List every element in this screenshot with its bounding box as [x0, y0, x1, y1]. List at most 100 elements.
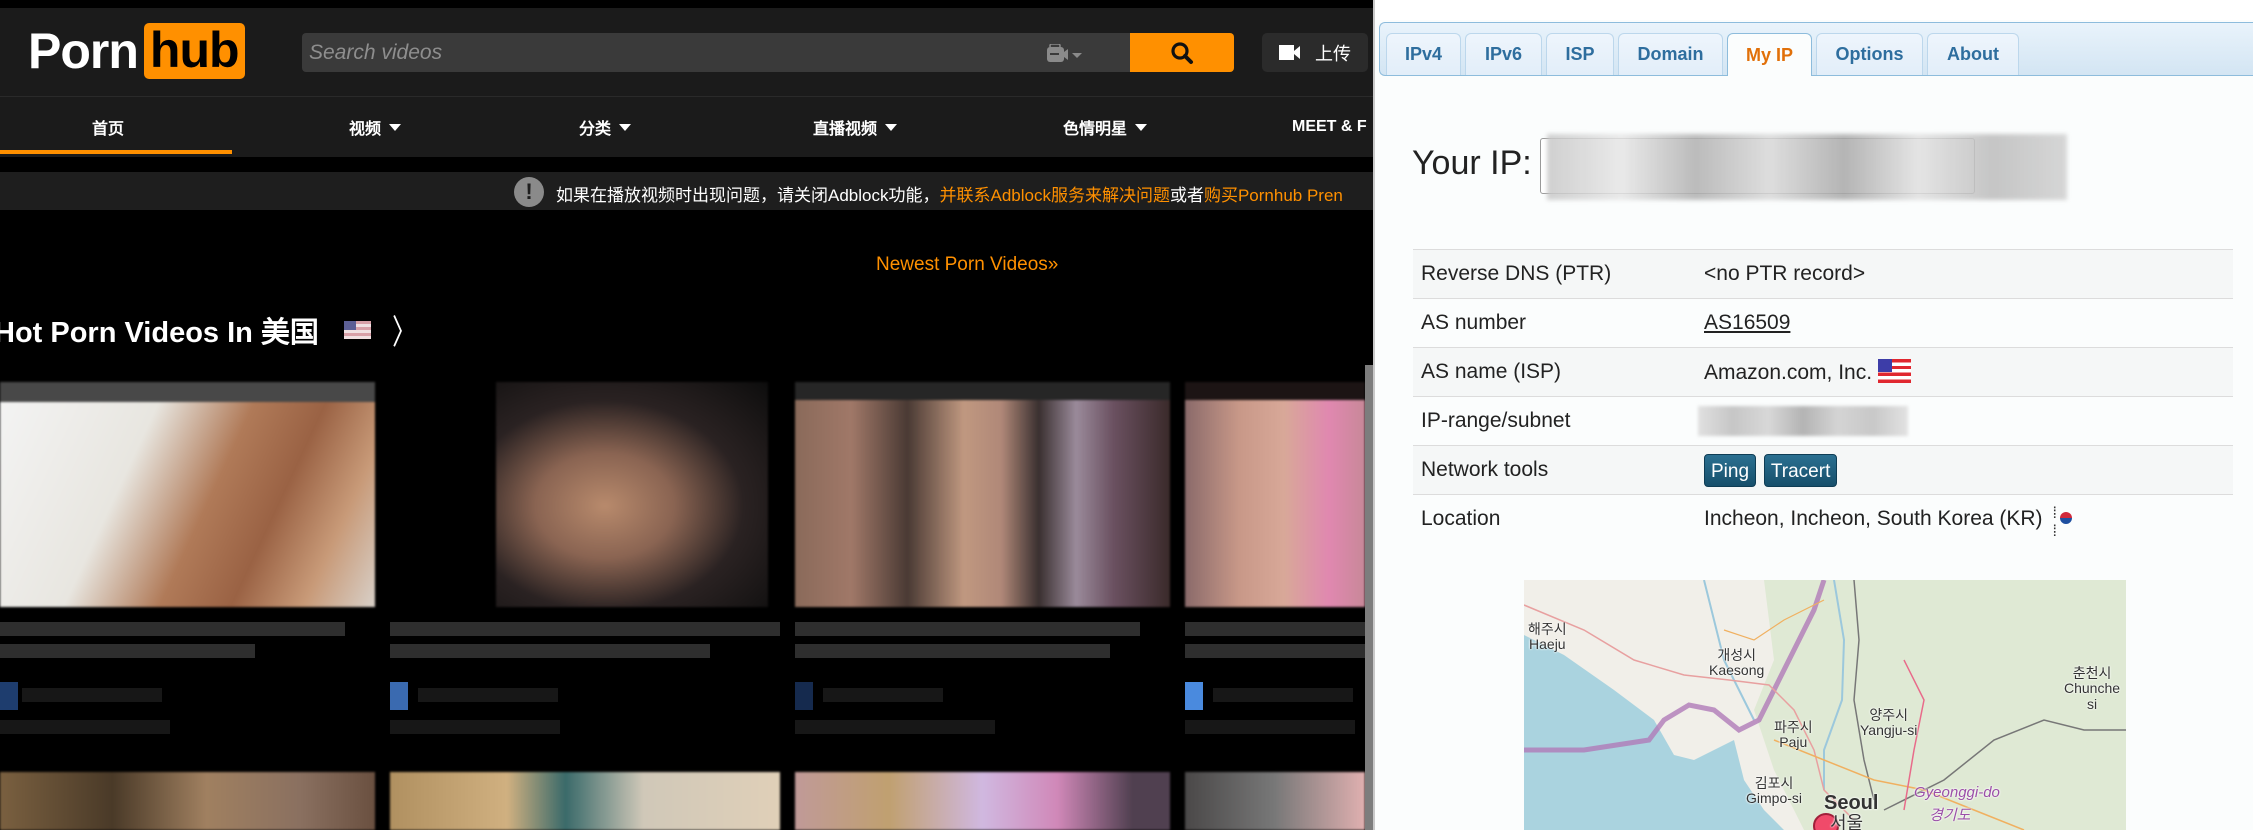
uploader-obscured	[418, 688, 558, 702]
tab-ipv4[interactable]: IPv4	[1386, 33, 1461, 75]
chevron-right-icon[interactable]: 〉	[392, 305, 416, 354]
tab-domain[interactable]: Domain	[1618, 33, 1723, 75]
tab-my-ip[interactable]: My IP	[1727, 33, 1812, 76]
table-row: AS name (ISP) Amazon.com, Inc.	[1413, 347, 2233, 397]
tab-about[interactable]: About	[1927, 33, 2019, 75]
map-label-yangju: 양주시 Yangju-si	[1860, 707, 1918, 739]
ip-range-obscured	[1698, 406, 1908, 436]
nav-item-meet[interactable]: MEET & F	[1292, 97, 1373, 157]
video-title-obscured	[795, 622, 1140, 636]
map-label-paju: 파주시 Paju	[1774, 719, 1813, 751]
map-label-text: 춘천시 Chunche si	[2064, 665, 2121, 712]
video-thumbnail[interactable]	[0, 382, 375, 607]
tab-isp[interactable]: ISP	[1546, 33, 1614, 75]
video-meta-obscured	[0, 720, 170, 734]
newest-videos-link[interactable]: Newest Porn Videos»	[876, 254, 1058, 276]
map-label-text: 서울	[1830, 813, 1864, 830]
nav-label: 分类	[578, 121, 611, 138]
nav-item-home[interactable]: 首页	[0, 97, 216, 157]
tab-label: Domain	[1637, 44, 1704, 64]
main-nav: 首页 视频 分类 直播视频 色情明星 MEET & F	[0, 97, 1373, 157]
tab-ipv6[interactable]: IPv6	[1465, 33, 1542, 75]
map-label-seoul-ko: 서울	[1830, 813, 1864, 830]
video-thumbnail[interactable]	[390, 772, 780, 830]
location-value: Incheon, Incheon, South Korea (KR)	[1704, 507, 2043, 531]
section-title: Hot Porn Videos In 美国 〉	[0, 305, 421, 354]
uploader-obscured	[22, 688, 162, 702]
ip-top-strip	[1375, 0, 2253, 20]
video-thumbnail[interactable]	[0, 772, 375, 830]
verified-badge-icon	[795, 682, 813, 710]
video-thumbnail[interactable]	[1185, 772, 1365, 830]
map-label-gyeonggi: Gyeonggi-do	[1914, 784, 2000, 802]
logo-word: Porn	[28, 23, 139, 79]
uploader-obscured	[1213, 688, 1353, 702]
video-title-obscured	[1185, 622, 1365, 636]
nav-item-live[interactable]: 直播视频	[760, 97, 950, 157]
tab-label: ISP	[1565, 44, 1595, 64]
ip-lookup-window: IPv4 IPv6 ISP Domain My IP Options About…	[1373, 0, 2253, 830]
upload-button[interactable]: 上传	[1262, 33, 1368, 72]
ip-info-table: Reverse DNS (PTR) <no PTR record> AS num…	[1413, 249, 2233, 544]
as-number-link[interactable]: AS16509	[1704, 311, 1790, 334]
your-ip-label: Your IP:	[1412, 144, 1532, 182]
video-site-window: Porn hub 上传	[0, 0, 1373, 830]
map-label-text: 양주시 Yangju-si	[1860, 707, 1918, 739]
video-thumbnail[interactable]	[496, 382, 768, 607]
row-label: AS name (ISP)	[1413, 347, 1696, 397]
map-label-text: 파주시 Paju	[1774, 719, 1813, 751]
video-title-obscured	[795, 644, 1110, 658]
nav-item-categories[interactable]: 分类	[530, 97, 680, 157]
tab-bar: IPv4 IPv6 ISP Domain My IP Options About	[1379, 22, 2253, 76]
video-thumbnail[interactable]	[795, 382, 1170, 607]
tab-options[interactable]: Options	[1816, 33, 1923, 75]
premium-link[interactable]: 购买Pornhub Pren	[1204, 186, 1343, 205]
video-search-icon[interactable]	[1047, 44, 1083, 62]
scrollbar[interactable]	[1365, 365, 1373, 830]
tracert-button[interactable]: Tracert	[1763, 453, 1838, 487]
nav-item-videos[interactable]: 视频	[300, 97, 450, 157]
video-thumbnail[interactable]	[795, 772, 1170, 830]
search-box	[302, 33, 1130, 72]
ptr-value: <no PTR record>	[1696, 249, 2233, 299]
uploader-obscured	[823, 688, 943, 702]
adblock-help-link[interactable]: 并联系Adblock服务来解决问题	[939, 186, 1169, 205]
caret-down-icon	[619, 123, 631, 131]
location-map[interactable]: 해주시 Haeju 개성시 Kaesong 파주시 Paju 양주시 Yangj…	[1524, 580, 2126, 830]
map-label-text: Seoul	[1824, 792, 1879, 814]
nav-item-pornstars[interactable]: 色情明星	[1010, 97, 1200, 157]
site-logo[interactable]: Porn hub	[28, 22, 245, 80]
tab-label: IPv4	[1404, 44, 1443, 64]
map-label-text: 개성시 Kaesong	[1709, 647, 1765, 679]
video-title-obscured	[1185, 644, 1365, 658]
caret-down-icon	[885, 123, 897, 131]
as-name-value: Amazon.com, Inc.	[1704, 361, 1873, 384]
verified-badge-icon	[1185, 682, 1203, 710]
search-button[interactable]	[1130, 33, 1234, 72]
map-label-chuncheon: 춘천시 Chunche si	[2064, 665, 2121, 712]
nav-label: 首页	[91, 121, 124, 138]
table-row: Network tools Ping Tracert	[1413, 445, 2233, 495]
your-ip-field[interactable]	[1540, 134, 2067, 200]
notice-part1: 如果在播放视频时出现问题，请关闭Adblock功能，	[556, 186, 940, 205]
table-row: AS number AS16509	[1413, 298, 2233, 348]
nav-label: 直播视频	[812, 121, 877, 138]
search-icon	[1171, 41, 1193, 64]
kr-flag-icon	[2053, 505, 2079, 541]
video-title-obscured	[390, 644, 710, 658]
notice-text: 如果在播放视频时出现问题，请关闭Adblock功能，并联系Adblock服务来解…	[556, 181, 1343, 206]
search-input[interactable]	[302, 33, 1002, 72]
map-label-gimpo: 김포시 Gimpo-si	[1746, 775, 1802, 807]
video-thumbnail[interactable]	[1185, 382, 1365, 607]
site-header: Porn hub 上传	[0, 8, 1373, 97]
video-meta-obscured	[1185, 720, 1355, 734]
ping-button[interactable]: Ping	[1704, 453, 1757, 487]
caret-down-icon	[389, 123, 401, 131]
notice-part2: 或者	[1169, 186, 1204, 205]
map-label-kaesong: 개성시 Kaesong	[1709, 647, 1765, 679]
nav-label: 视频	[348, 121, 381, 138]
alert-icon: !	[514, 177, 544, 207]
caret-down-icon	[1135, 123, 1147, 131]
video-camera-icon	[1279, 45, 1300, 60]
video-title-obscured	[0, 622, 345, 636]
